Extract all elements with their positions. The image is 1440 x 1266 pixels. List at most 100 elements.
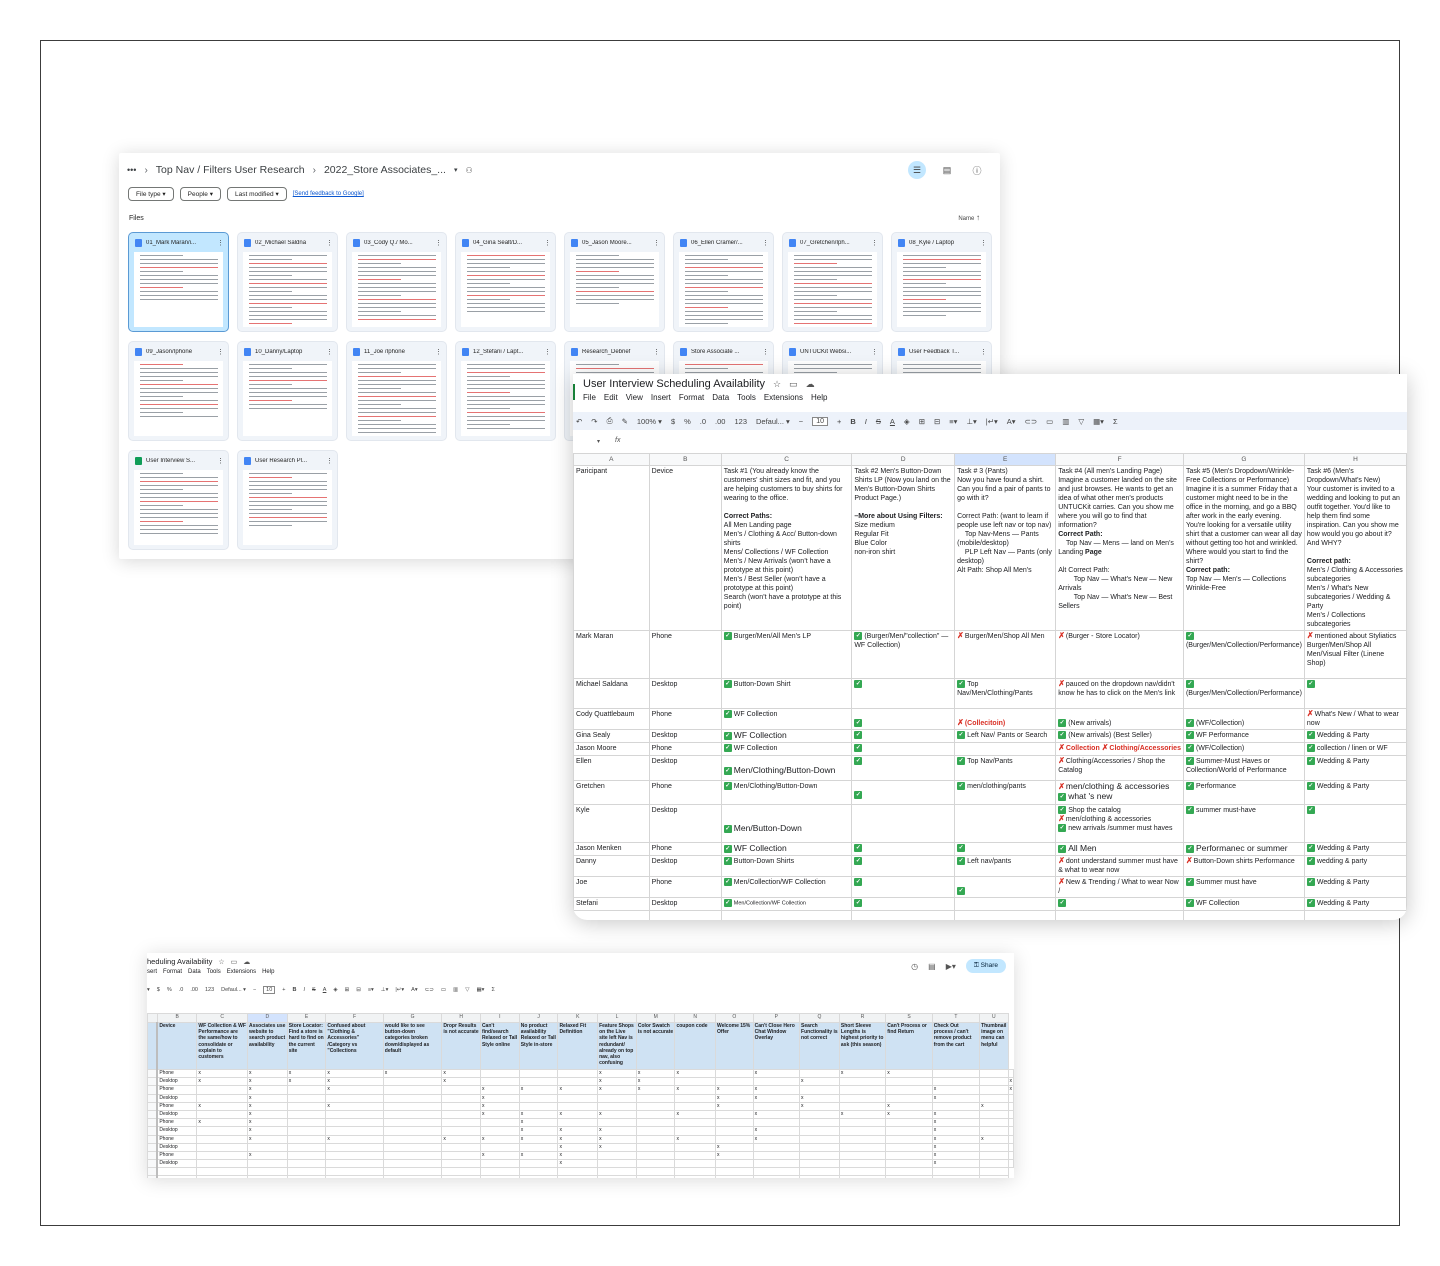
header-cell[interactable]: Thumbnail image on menu can helpful — [979, 1022, 1009, 1070]
mark-cell[interactable]: x — [799, 1093, 840, 1103]
result-cell[interactable]: ✗(Burger - Store Locator) — [1055, 630, 1184, 679]
device-cell[interactable]: Phone — [156, 1118, 198, 1128]
mark-cell[interactable]: x — [518, 1109, 559, 1120]
functions-icon[interactable]: Σ — [491, 987, 494, 993]
participant-cell[interactable]: Gina Sealy — [573, 729, 650, 743]
mark-cell[interactable] — [286, 1159, 327, 1169]
mark-cell[interactable] — [441, 1085, 481, 1095]
rotate-icon[interactable]: A▾ — [1007, 417, 1016, 426]
mark-cell[interactable] — [382, 1126, 443, 1136]
mark-cell[interactable] — [286, 1118, 327, 1128]
device-cell[interactable]: Desktop — [648, 755, 722, 781]
participant-cell[interactable]: Danny — [573, 855, 650, 877]
empty-cell[interactable] — [979, 1167, 1009, 1177]
mark-cell[interactable]: x — [479, 1085, 520, 1095]
result-cell[interactable]: ✓(Burger/Men/Collection/Performance) — [1182, 678, 1305, 709]
device-cell[interactable]: Phone — [648, 630, 722, 679]
menu-data[interactable]: Data — [188, 969, 201, 975]
functions-icon[interactable]: Σ — [1113, 417, 1118, 426]
mark-cell[interactable] — [674, 1077, 716, 1087]
mark-cell[interactable] — [196, 1109, 248, 1120]
mark-cell[interactable]: x — [557, 1159, 599, 1169]
result-cell[interactable]: ✓ — [851, 678, 956, 709]
column-header[interactable]: F — [325, 1013, 384, 1023]
font-select[interactable]: Defaul... ▾ — [756, 417, 790, 426]
result-cell[interactable]: ✗New & Trending / What to wear Now / — [1055, 876, 1184, 898]
menu-extensions[interactable]: Extensions — [764, 393, 803, 402]
empty-cell[interactable] — [720, 910, 853, 920]
file-card[interactable]: 08_Kyle / Laptop ⋮ — [891, 232, 992, 332]
mark-cell[interactable] — [196, 1142, 248, 1152]
mark-cell[interactable]: x — [597, 1085, 637, 1095]
empty-cell[interactable] — [597, 1167, 637, 1177]
more-vert-icon[interactable]: ⋮ — [544, 348, 551, 356]
empty-cell[interactable] — [597, 1175, 637, 1178]
device-cell[interactable]: Desktop — [156, 1126, 198, 1136]
mark-cell[interactable] — [1007, 1126, 1014, 1136]
wrap-icon[interactable]: |↵▾ — [395, 987, 404, 993]
file-card[interactable]: 11_Joe /Iphone ⋮ — [346, 341, 447, 441]
mark-cell[interactable] — [518, 1101, 559, 1111]
valign-icon[interactable]: ⊥▾ — [966, 417, 976, 426]
mark-cell[interactable] — [441, 1150, 481, 1161]
mark-cell[interactable]: x — [325, 1077, 384, 1087]
device-cell[interactable]: Desktop — [648, 678, 722, 709]
mark-cell[interactable] — [752, 1101, 801, 1111]
mark-cell[interactable]: x — [931, 1118, 981, 1128]
mark-cell[interactable] — [714, 1068, 754, 1079]
device-cell[interactable]: Phone — [156, 1101, 198, 1111]
result-cell[interactable]: ✓ Men/Button-Down — [720, 804, 853, 843]
mark-cell[interactable] — [714, 1109, 754, 1120]
mark-cell[interactable] — [674, 1101, 716, 1111]
mark-cell[interactable]: x — [714, 1150, 754, 1161]
mark-cell[interactable] — [325, 1150, 384, 1161]
file-card[interactable]: 05_Jason Moore... ⋮ — [564, 232, 665, 332]
filter-icon[interactable]: ▽ — [465, 987, 469, 993]
empty-cell[interactable] — [714, 1167, 754, 1177]
mark-cell[interactable]: x — [799, 1077, 840, 1087]
result-cell[interactable]: ✗mentioned about Styliatics Burger/Men/S… — [1303, 630, 1407, 679]
result-cell[interactable]: ✓ Performance — [1182, 780, 1305, 805]
mark-cell[interactable] — [325, 1126, 384, 1136]
mark-cell[interactable] — [325, 1142, 384, 1152]
mark-cell[interactable] — [325, 1109, 384, 1120]
cloud-icon[interactable]: ☁ — [243, 958, 250, 966]
mark-cell[interactable]: x — [635, 1085, 676, 1095]
more-vert-icon[interactable]: ⋮ — [435, 239, 442, 247]
result-cell[interactable]: ✗What's New / What to wear now — [1303, 708, 1407, 730]
empty-cell[interactable] — [931, 1175, 981, 1178]
empty-cell[interactable] — [851, 910, 956, 920]
mark-cell[interactable] — [1007, 1134, 1014, 1144]
more-vert-icon[interactable]: ⋮ — [544, 239, 551, 247]
mark-cell[interactable]: x — [1007, 1077, 1014, 1087]
empty-cell[interactable] — [752, 1175, 801, 1178]
mark-cell[interactable] — [979, 1109, 1009, 1120]
result-cell[interactable]: ✓ WF Collection — [720, 842, 853, 856]
more-vert-icon[interactable]: ⋮ — [217, 348, 224, 356]
mark-cell[interactable]: x — [557, 1085, 599, 1095]
mark-cell[interactable] — [885, 1134, 933, 1144]
participant-cell[interactable]: Cody Quattlebaum — [573, 708, 650, 730]
mark-cell[interactable] — [635, 1134, 676, 1144]
mark-cell[interactable] — [885, 1118, 933, 1128]
mark-cell[interactable] — [382, 1150, 443, 1161]
row-number[interactable] — [147, 1150, 159, 1161]
column-header[interactable]: G — [382, 1013, 443, 1023]
row-number[interactable] — [147, 1068, 159, 1079]
mark-cell[interactable] — [1007, 1118, 1014, 1128]
more-vert-icon[interactable]: ⋮ — [980, 239, 987, 247]
empty-cell[interactable] — [1055, 910, 1184, 920]
undo-icon[interactable]: ↶ — [576, 417, 582, 426]
mark-cell[interactable]: x — [246, 1101, 288, 1111]
mark-cell[interactable] — [286, 1142, 327, 1152]
mark-cell[interactable]: x — [931, 1093, 981, 1103]
mark-cell[interactable] — [752, 1118, 801, 1128]
result-cell[interactable]: ✓ — [851, 876, 956, 898]
empty-cell[interactable] — [674, 1175, 716, 1178]
mark-cell[interactable] — [196, 1126, 248, 1136]
more-vert-icon[interactable]: ⋮ — [326, 348, 333, 356]
strikethrough-icon[interactable]: S — [312, 987, 316, 993]
last-modified-filter[interactable]: Last modified ▾ — [226, 187, 287, 201]
mark-cell[interactable]: x — [518, 1118, 559, 1128]
more-vert-icon[interactable]: ⋮ — [871, 239, 878, 247]
